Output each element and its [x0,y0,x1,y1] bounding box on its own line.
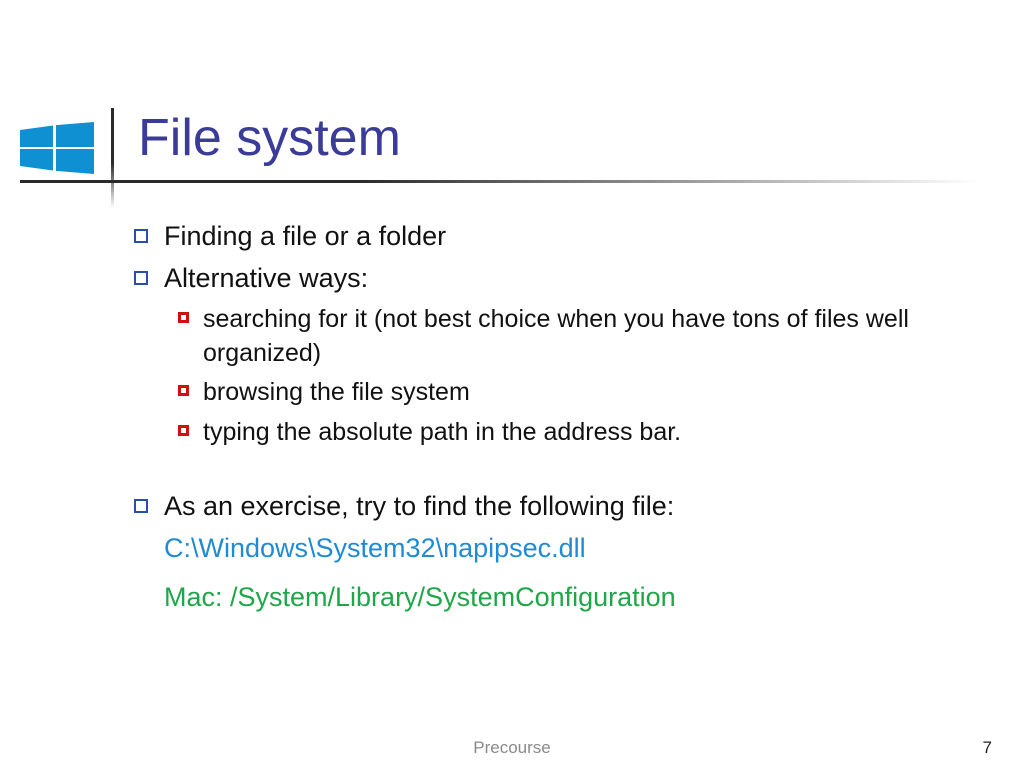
windows-path: C:\Windows\System32\napipsec.dll [164,530,964,566]
square-bullet-icon [178,425,189,436]
title-horizontal-divider [20,180,980,183]
bullet-exercise: As an exercise, try to find the followin… [134,488,964,524]
bullet-text: Alternative ways: [164,260,368,296]
square-bullet-icon [134,229,148,243]
content-area: Finding a file or a folder Alternative w… [134,218,964,615]
bullet-text: Finding a file or a folder [164,218,446,254]
mac-path: Mac: /System/Library/SystemConfiguration [164,579,964,615]
bullet-browsing: browsing the file system [178,376,964,410]
slide: File system Finding a file or a folder A… [0,0,1024,768]
bullet-typing: typing the absolute path in the address … [178,416,964,450]
bullet-finding: Finding a file or a folder [134,218,964,254]
bullet-text: As an exercise, try to find the followin… [164,488,674,524]
square-bullet-icon [178,385,189,396]
bullet-alternative: Alternative ways: [134,260,964,296]
bullet-text: browsing the file system [203,376,470,410]
spacer [134,456,964,488]
slide-title: File system [138,108,401,168]
title-vertical-divider [111,108,114,208]
square-bullet-icon [134,499,148,513]
windows-logo-icon [20,122,94,174]
footer-label: Precourse [0,738,1024,758]
bullet-text: typing the absolute path in the address … [203,416,681,450]
square-bullet-icon [134,271,148,285]
bullet-searching: searching for it (not best choice when y… [178,303,964,371]
bullet-text: searching for it (not best choice when y… [203,303,964,371]
square-bullet-icon [178,312,189,323]
page-number: 7 [983,738,992,758]
